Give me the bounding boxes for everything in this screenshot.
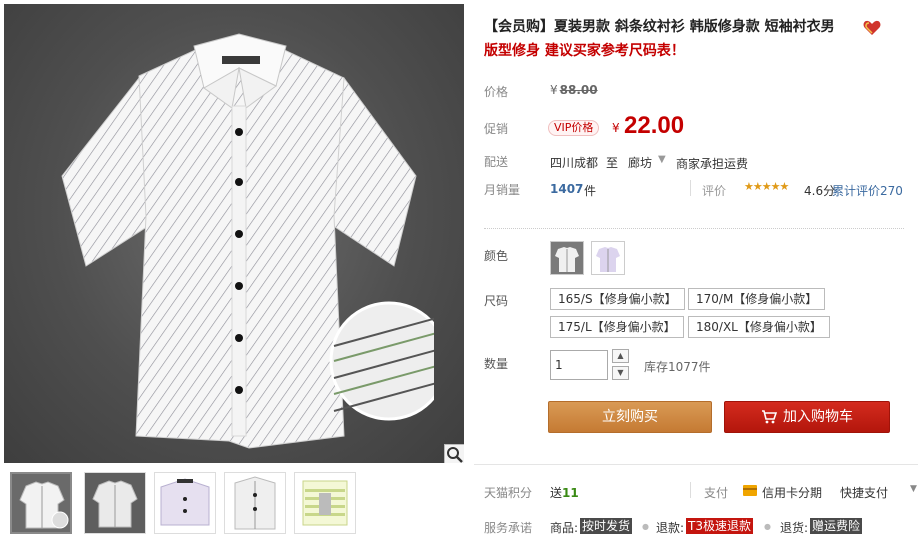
destination-select[interactable]: 廊坊 — [628, 154, 652, 171]
quantity-increase-button[interactable]: ▲ — [612, 349, 629, 363]
zoom-button[interactable] — [444, 444, 464, 463]
size-option-l[interactable]: 175/L【修身偏小款】 — [550, 316, 684, 338]
thumbnail-5[interactable] — [294, 472, 356, 534]
chevron-down-icon[interactable]: ▼ — [910, 484, 917, 494]
thumbnail-2[interactable] — [84, 472, 146, 534]
stock-count: 库存1077件 — [644, 360, 711, 374]
arrow-up-icon: ▲ — [617, 351, 624, 360]
review-total-link[interactable]: 累计评价270 — [832, 182, 903, 199]
divider — [690, 482, 691, 498]
review-score: 4.6分 — [804, 184, 836, 198]
thumbnail-active-indicator — [43, 472, 55, 474]
service-label: 服务承诺 — [484, 521, 533, 535]
points-number: 11 — [562, 486, 579, 500]
buy-now-button[interactable]: 立刻购买 — [548, 401, 712, 433]
separator-dot: ● — [764, 522, 771, 531]
goods-tag[interactable]: 按时发货 — [580, 518, 633, 534]
vip-price-badge: VIP价格 — [548, 120, 600, 136]
chevron-down-icon[interactable]: ▼ — [658, 154, 666, 165]
promo-currency-symbol: ¥ — [612, 121, 620, 135]
quantity-input[interactable] — [550, 350, 608, 380]
promo-price: 22.00 — [624, 112, 685, 139]
size-option-s[interactable]: 165/S【修身偏小款】 — [550, 288, 685, 310]
thumbnail-image — [225, 473, 285, 533]
return-tag[interactable]: T3极速退款 — [686, 518, 753, 534]
add-to-cart-label: 加入购物车 — [783, 409, 853, 425]
size-option-xl[interactable]: 180/XL【修身偏小款】 — [688, 316, 830, 338]
heart-icon[interactable] — [863, 20, 881, 36]
payment-label: 支付 — [704, 486, 729, 500]
shirt-illustration — [61, 33, 434, 449]
cart-icon — [762, 410, 777, 424]
thumbnail-4[interactable] — [224, 472, 286, 534]
thumbnail-image — [155, 473, 215, 533]
fast-pay-link[interactable]: 快捷支付 — [840, 484, 888, 501]
card-icon — [743, 485, 757, 496]
price-label: 价格 — [484, 85, 509, 99]
arrow-down-icon: ▼ — [617, 368, 624, 377]
monthly-sales-label: 月销量 — [484, 183, 521, 197]
review-label: 评价 — [702, 184, 727, 198]
swatch-image — [592, 242, 624, 274]
shipping-label: 配送 — [484, 155, 509, 169]
star-rating: ★★★★★ — [744, 180, 789, 193]
main-product-image[interactable] — [4, 4, 464, 463]
color-label: 颜色 — [484, 249, 509, 263]
thumbnail-image — [12, 474, 70, 532]
swatch-image — [551, 242, 583, 274]
thumbnail-3[interactable] — [154, 472, 216, 534]
size-option-m[interactable]: 170/M【修身偏小款】 — [688, 288, 826, 310]
points-label: 天猫积分 — [484, 486, 533, 500]
add-to-cart-button[interactable]: 加入购物车 — [724, 401, 890, 433]
goods-prefix: 商品: — [550, 521, 579, 535]
credit-installment-link[interactable]: 信用卡分期 — [762, 484, 822, 501]
color-swatch-white[interactable] — [550, 241, 584, 275]
separator-dot: ● — [642, 522, 649, 531]
thumbnail-image — [85, 473, 145, 533]
thumbnail-image — [295, 473, 355, 533]
shipping-fee-note: 商家承担运费 — [676, 157, 749, 171]
original-price: ¥88.00 — [550, 83, 598, 97]
points-prefix: 送 — [550, 486, 563, 500]
return-prefix: 退款: — [656, 521, 685, 535]
thumbnail-1[interactable] — [10, 472, 72, 534]
section-divider — [484, 228, 904, 229]
product-title: 【会员购】夏装男款 斜条纹衬衫 韩版修身款 短袖衬衣男 — [484, 19, 835, 35]
ship-from: 四川成都 — [550, 156, 599, 170]
original-price-value: 88.00 — [559, 83, 598, 97]
magnifier-icon — [447, 447, 463, 463]
divider — [690, 180, 691, 196]
refund-prefix: 退货: — [780, 521, 809, 535]
product-subtitle: 版型修身 建议买家参考尺码表！ — [484, 43, 685, 59]
service-panel — [474, 464, 918, 547]
color-swatch-purple[interactable] — [591, 241, 625, 275]
size-label: 尺码 — [484, 294, 509, 308]
monthly-sales-count: 1407 — [550, 182, 584, 196]
points-value: 送11 — [550, 484, 579, 501]
promo-label: 促销 — [484, 122, 509, 136]
ship-to-word: 至 — [606, 156, 619, 170]
currency-symbol: ¥ — [550, 83, 558, 97]
monthly-sales-unit: 件 — [584, 184, 597, 198]
refund-tag[interactable]: 赠运费险 — [810, 518, 863, 534]
quantity-decrease-button[interactable]: ▼ — [612, 366, 629, 380]
quantity-label: 数量 — [484, 357, 509, 371]
